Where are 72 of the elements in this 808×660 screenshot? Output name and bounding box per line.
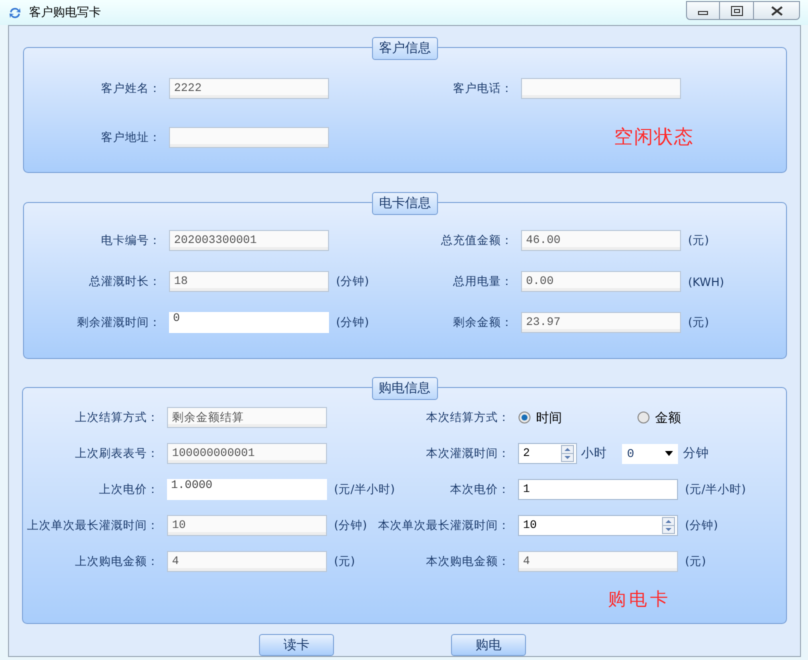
maximize-button[interactable] [720,1,754,20]
input-field[interactable]: 18 [169,271,329,292]
group-title: 电卡信息 [372,192,438,215]
unit-label: (分钟) [333,518,367,533]
unit-label: (元) [687,315,709,330]
unit-label: (元/半小时) [684,482,746,497]
refresh-icon [8,6,22,20]
input-field[interactable]: 4 [167,551,327,572]
dropdown-arrow-icon [665,451,673,456]
radio-label[interactable]: 金额 [655,408,681,426]
field-label: 上次电价： [99,482,160,497]
field-label: 客户电话： [453,81,514,96]
field-label: 总充值金额： [441,233,514,248]
unit-label: (分钟) [684,518,718,533]
spinner-icon[interactable] [561,445,574,462]
unit-label: (元) [687,233,709,248]
unit-label: (元) [333,554,355,569]
spinner-icon[interactable] [662,517,675,534]
field-label: 总灌溉时长： [89,274,162,289]
field-label: 剩余金额： [453,315,514,330]
field-label: 本次购电金额： [426,554,511,569]
field-label: 剩余灌溉时间： [77,315,162,330]
input-field[interactable]: 1 [518,479,678,500]
input-field[interactable]: 202003300001 [169,230,329,251]
unit-label: (元/半小时) [333,482,395,497]
action-button[interactable]: 购电 [451,634,526,656]
radio-button[interactable] [637,411,650,424]
radio-label[interactable]: 时间 [536,408,562,426]
unit-label: (KWH) [687,274,724,288]
input-field[interactable]: 46.00 [521,230,681,251]
group-title: 购电信息 [372,377,438,400]
spin-field[interactable]: 10 [518,515,678,536]
input-field[interactable]: 10 [167,515,327,536]
field-label: 客户姓名： [101,81,162,96]
input-field[interactable]: 0.00 [521,271,681,292]
field-label: 电卡编号： [101,233,162,248]
close-icon [770,6,782,16]
input-field[interactable]: 剩余金额结算 [167,407,327,428]
field-label: 本次单次最长灌溉时间： [378,518,511,533]
status-text: 空闲状态 [613,125,695,150]
unit-label: 小时 [581,445,607,462]
dropdown[interactable]: 0 [622,444,678,464]
input-field[interactable]: 23.97 [521,312,681,333]
input-field[interactable]: 100000000001 [167,443,327,464]
input-field[interactable]: 2222 [169,78,329,99]
spin-field[interactable]: 2 [518,443,577,464]
input-field[interactable]: 1.0000 [167,479,327,500]
maximize-icon [730,6,742,16]
field-label: 总用电量： [453,274,514,289]
minimize-button[interactable] [686,1,720,20]
field-label: 本次灌溉时间： [426,446,511,461]
unit-label: (分钟) [335,315,369,330]
radio-button[interactable] [518,411,531,424]
field-label: 上次单次最长灌溉时间： [27,518,160,533]
action-button[interactable]: 读卡 [259,634,334,656]
field-label: 上次结算方式： [75,410,160,425]
input-field[interactable] [521,78,681,99]
field-label: 本次结算方式： [426,410,511,425]
unit-label: (分钟) [335,274,369,289]
close-button[interactable] [754,1,800,20]
input-field[interactable]: 4 [518,551,678,572]
input-field[interactable]: 0 [169,312,329,333]
input-field[interactable] [169,126,329,148]
window-title: 客户购电写卡 [29,4,101,21]
status-text: 购电卡 [607,588,672,611]
unit-label: (元) [684,554,706,569]
group-title: 客户信息 [372,37,438,60]
field-label: 上次刷表表号： [75,446,160,461]
field-label: 上次购电金额： [75,554,160,569]
field-label: 本次电价： [450,482,511,497]
unit-label: 分钟 [682,445,709,462]
field-label: 客户地址： [101,130,162,144]
